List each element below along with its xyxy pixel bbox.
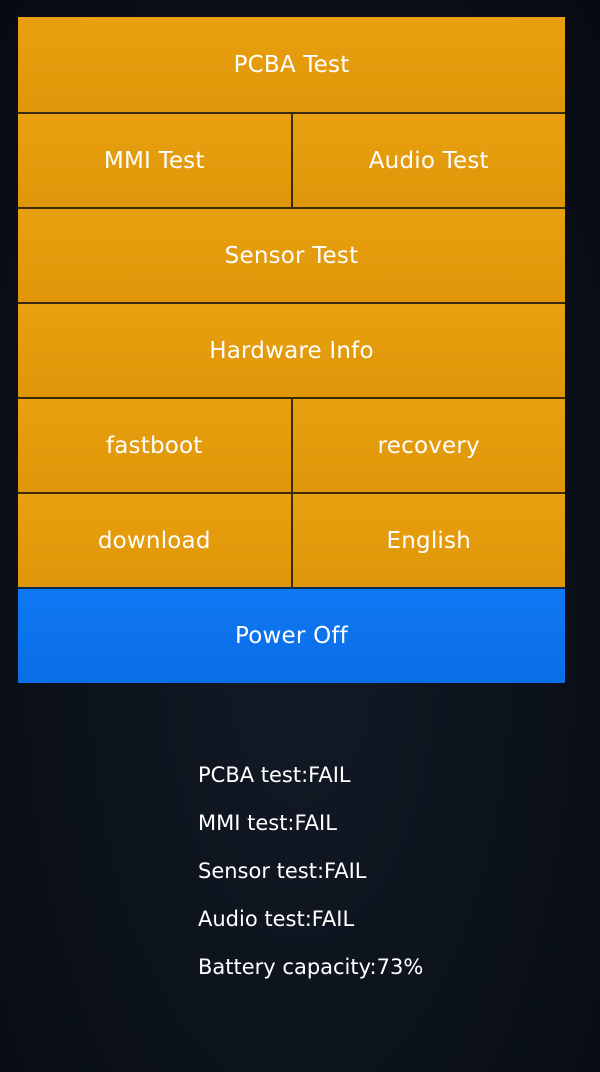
pcba-result: PCBA test:FAIL [198,763,351,787]
mmi-result: MMI test:FAIL [198,811,337,835]
hardware-info-button[interactable]: Hardware Info [18,302,565,397]
battery-capacity: Battery capacity:73% [198,955,424,979]
test-menu: PCBA Test MMI Test Audio Test Sensor Tes… [18,17,565,683]
download-button[interactable]: download [18,492,291,587]
audio-test-button[interactable]: Audio Test [290,112,565,207]
sensor-result: Sensor test:FAIL [198,859,367,883]
language-button[interactable]: English [290,492,565,587]
menu-row: MMI Test Audio Test [18,112,565,207]
power-off-button[interactable]: Power Off [18,587,565,683]
menu-row: fastboot recovery [18,397,565,492]
menu-row: Power Off [18,587,565,683]
menu-row: download English [18,492,565,587]
menu-row: PCBA Test [18,17,565,112]
audio-result: Audio test:FAIL [198,907,355,931]
menu-row: Sensor Test [18,207,565,302]
test-results: PCBA test:FAIL MMI test:FAIL Sensor test… [198,756,423,996]
fastboot-button[interactable]: fastboot [18,397,291,492]
mmi-test-button[interactable]: MMI Test [18,112,291,207]
sensor-test-button[interactable]: Sensor Test [18,207,565,302]
factory-test-screen: PCBA Test MMI Test Audio Test Sensor Tes… [0,0,600,1072]
pcba-test-button[interactable]: PCBA Test [18,17,565,112]
recovery-button[interactable]: recovery [290,397,565,492]
menu-row: Hardware Info [18,302,565,397]
